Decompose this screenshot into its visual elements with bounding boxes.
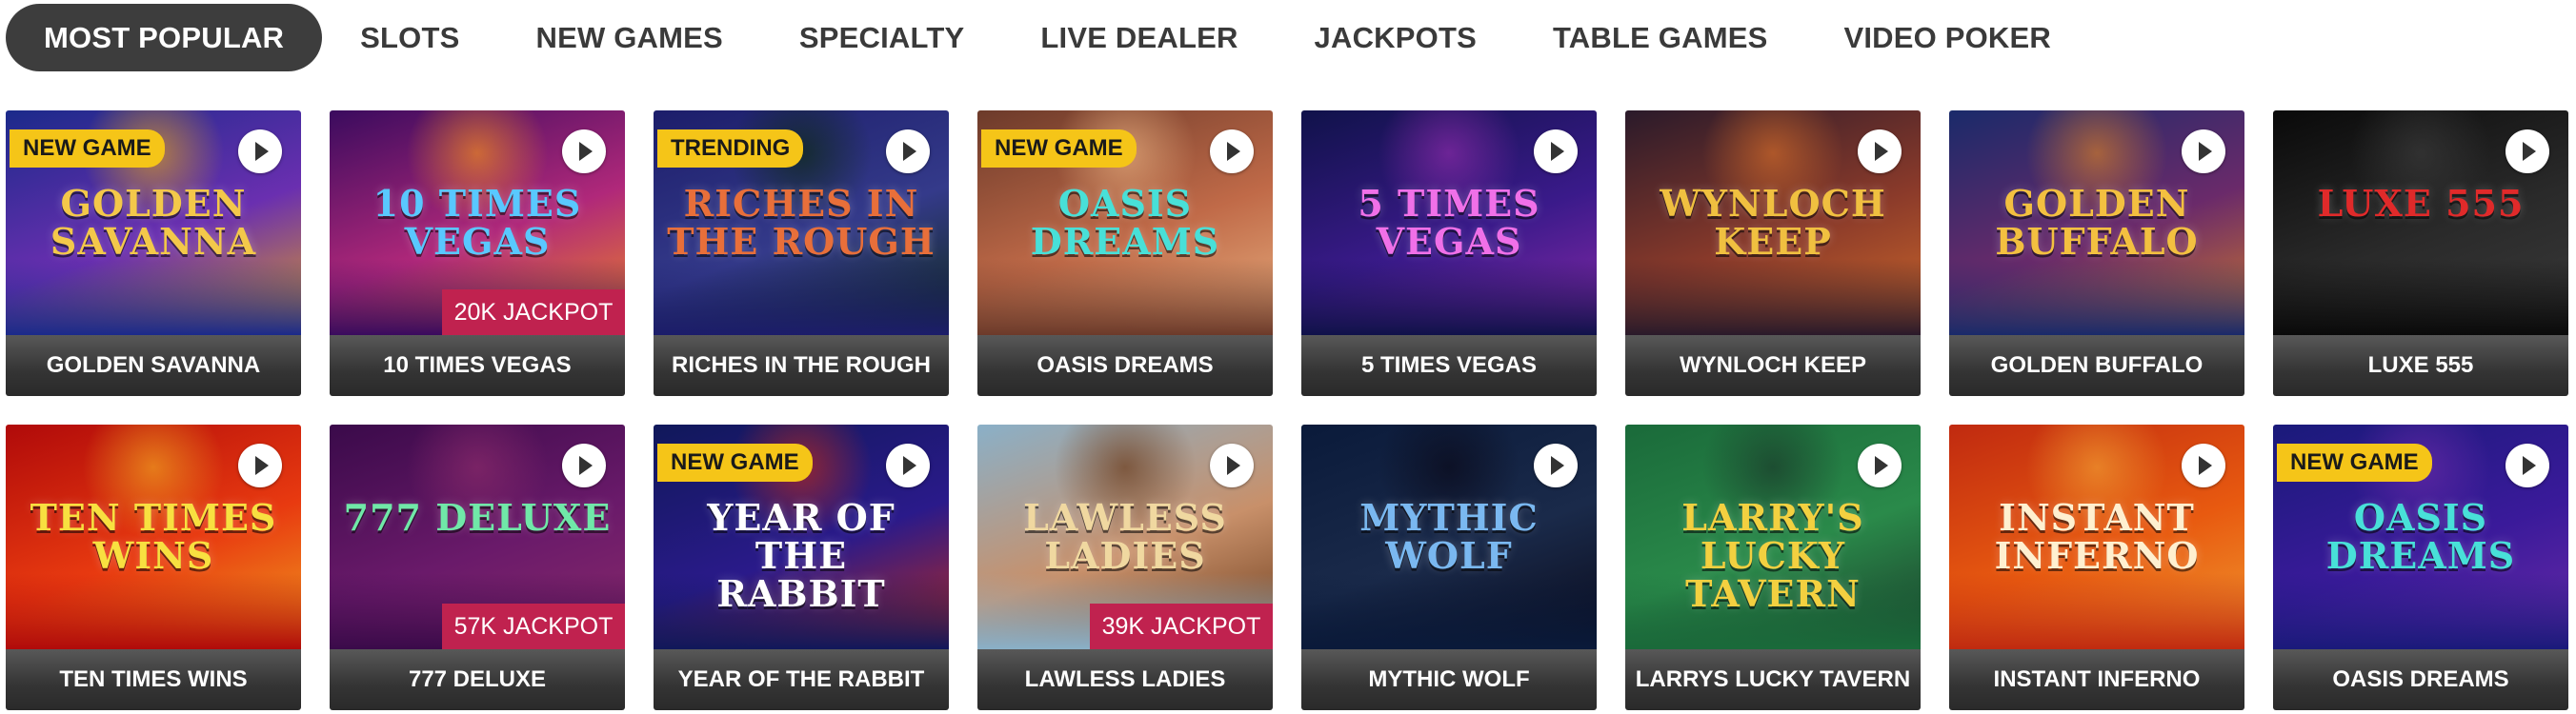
play-icon[interactable] [1534,444,1578,487]
artwork-ground [1949,259,2244,335]
play-icon[interactable] [886,444,930,487]
artwork-ground [1625,259,1921,335]
game-title[interactable]: RICHES IN THE ROUGH [654,335,949,396]
game-badge: NEW GAME [2277,444,2432,482]
game-logo-text: RICHES IN THE ROUGH [667,182,936,263]
artwork-ground [977,259,1273,335]
game-title[interactable]: OASIS DREAMS [2273,649,2568,710]
jackpot-badge: 20K JACKPOT [442,289,625,335]
game-tile-777-deluxe[interactable]: 777 DELUXE 57K JACKPOT 777 DELUXE [330,425,625,710]
artwork-ground [6,573,301,649]
game-tile-5-times-vegas[interactable]: 5 TIMES VEGAS 5 TIMES VEGAS [1301,110,1597,396]
play-icon[interactable] [238,129,282,173]
game-logo-text: TEN TIMES WINS [30,496,277,577]
game-title[interactable]: TEN TIMES WINS [6,649,301,710]
artwork-ground [1301,573,1597,649]
tab-most-popular[interactable]: MOST POPULAR [6,4,323,71]
play-icon[interactable] [2182,129,2225,173]
game-title[interactable]: GOLDEN BUFFALO [1949,335,2244,396]
game-tile-larrys-lucky-tavern[interactable]: LARRY'S LUCKY TAVERN LARRYS LUCKY TAVERN [1625,425,1921,710]
game-badge: TRENDING [657,129,804,168]
game-badge: NEW GAME [981,129,1137,168]
game-logo-text: 777 DELUXE [343,496,612,539]
play-icon[interactable] [2182,444,2225,487]
game-tile-golden-buffalo[interactable]: GOLDEN BUFFALO GOLDEN BUFFALO [1949,110,2244,396]
play-icon[interactable] [1210,129,1254,173]
artwork-ground [1949,573,2244,649]
play-icon[interactable] [238,444,282,487]
game-grid: GOLDEN SAVANNA NEW GAME GOLDEN SAVANNA 10 T… [6,110,2568,710]
tab-jackpots[interactable]: JACKPOTS [1277,4,1515,71]
game-badge: NEW GAME [657,444,813,482]
category-tabs: MOST POPULAR SLOTS NEW GAMES SPECIALTY LIVE … [6,4,2089,71]
game-title[interactable]: MYTHIC WOLF [1301,649,1597,710]
game-title[interactable]: LAWLESS LADIES [977,649,1273,710]
artwork-ground [2273,259,2568,335]
game-badge: NEW GAME [10,129,165,168]
tab-table-games[interactable]: TABLE GAMES [1515,4,1806,71]
tab-live-dealer[interactable]: LIVE DEALER [1002,4,1276,71]
play-icon[interactable] [1858,444,1902,487]
tab-video-poker[interactable]: VIDEO POKER [1805,4,2089,71]
jackpot-badge: 39K JACKPOT [1090,604,1273,649]
game-title[interactable]: LARRYS LUCKY TAVERN [1625,649,1921,710]
game-title[interactable]: GOLDEN SAVANNA [6,335,301,396]
game-tile-oasis-dreams[interactable]: OASIS DREAMS NEW GAME OASIS DREAMS [977,110,1273,396]
game-title[interactable]: OASIS DREAMS [977,335,1273,396]
jackpot-badge: 57K JACKPOT [442,604,625,649]
play-icon[interactable] [1210,444,1254,487]
game-title[interactable]: 5 TIMES VEGAS [1301,335,1597,396]
game-logo-text: GOLDEN SAVANNA [50,182,257,263]
game-tile-instant-inferno[interactable]: INSTANT INFERNO INSTANT INFERNO [1949,425,2244,710]
game-tile-oasis-dreams-2[interactable]: OASIS DREAMS NEW GAME OASIS DREAMS [2273,425,2568,710]
game-logo-text: OASIS DREAMS [1030,182,1220,263]
game-title[interactable]: 10 TIMES VEGAS [330,335,625,396]
artwork-ground [6,259,301,335]
game-logo-text: GOLDEN BUFFALO [1995,182,2199,263]
game-tile-wynloch-keep[interactable]: WYNLOCH KEEP WYNLOCH KEEP [1625,110,1921,396]
game-tile-ten-times-wins[interactable]: TEN TIMES WINS TEN TIMES WINS [6,425,301,710]
game-logo-text: YEAR OF THE RABBIT [707,496,896,615]
play-icon[interactable] [1534,129,1578,173]
game-logo-text: LARRY'S LUCKY TAVERN [1681,496,1864,615]
game-logo-text: WYNLOCH KEEP [1660,182,1886,263]
game-logo-text: LUXE 555 [2317,182,2525,225]
game-logo-text: INSTANT INFERNO [1994,496,2200,577]
play-icon[interactable] [886,129,930,173]
play-icon[interactable] [2506,444,2549,487]
game-logo-text: MYTHIC WOLF [1359,496,1539,577]
play-icon[interactable] [2506,129,2549,173]
game-tile-mythic-wolf[interactable]: MYTHIC WOLF MYTHIC WOLF [1301,425,1597,710]
game-tile-year-of-the-rabbit[interactable]: YEAR OF THE RABBIT NEW GAME YEAR OF THE RA… [654,425,949,710]
game-logo-text: OASIS DREAMS [2325,496,2516,577]
game-tile-10-times-vegas[interactable]: 10 TIMES VEGAS 20K JACKPOT 10 TIMES VEGAS [330,110,625,396]
tab-specialty[interactable]: SPECIALTY [761,4,1002,71]
artwork-ground [2273,573,2568,649]
game-tile-golden-savanna[interactable]: GOLDEN SAVANNA NEW GAME GOLDEN SAVANNA [6,110,301,396]
tab-new-games[interactable]: NEW GAMES [497,4,760,71]
game-title[interactable]: YEAR OF THE RABBIT [654,649,949,710]
play-icon[interactable] [562,129,606,173]
game-title[interactable]: LUXE 555 [2273,335,2568,396]
artwork-ground [654,259,949,335]
game-title[interactable]: INSTANT INFERNO [1949,649,2244,710]
game-tile-riches-in-the-rough[interactable]: RICHES IN THE ROUGH TRENDING RICHES IN THE… [654,110,949,396]
game-title[interactable]: WYNLOCH KEEP [1625,335,1921,396]
tab-slots[interactable]: SLOTS [322,4,497,71]
game-tile-luxe-555[interactable]: LUXE 555 LUXE 555 [2273,110,2568,396]
game-logo-text: 5 TIMES VEGAS [1358,182,1540,263]
artwork-ground [1301,259,1597,335]
game-logo-text: 10 TIMES VEGAS [372,182,582,263]
game-logo-text: LAWLESS LADIES [1023,496,1227,577]
play-icon[interactable] [562,444,606,487]
game-tile-lawless-ladies[interactable]: LAWLESS LADIES 39K JACKPOT LAWLESS LADIES [977,425,1273,710]
game-title[interactable]: 777 DELUXE [330,649,625,710]
play-icon[interactable] [1858,129,1902,173]
